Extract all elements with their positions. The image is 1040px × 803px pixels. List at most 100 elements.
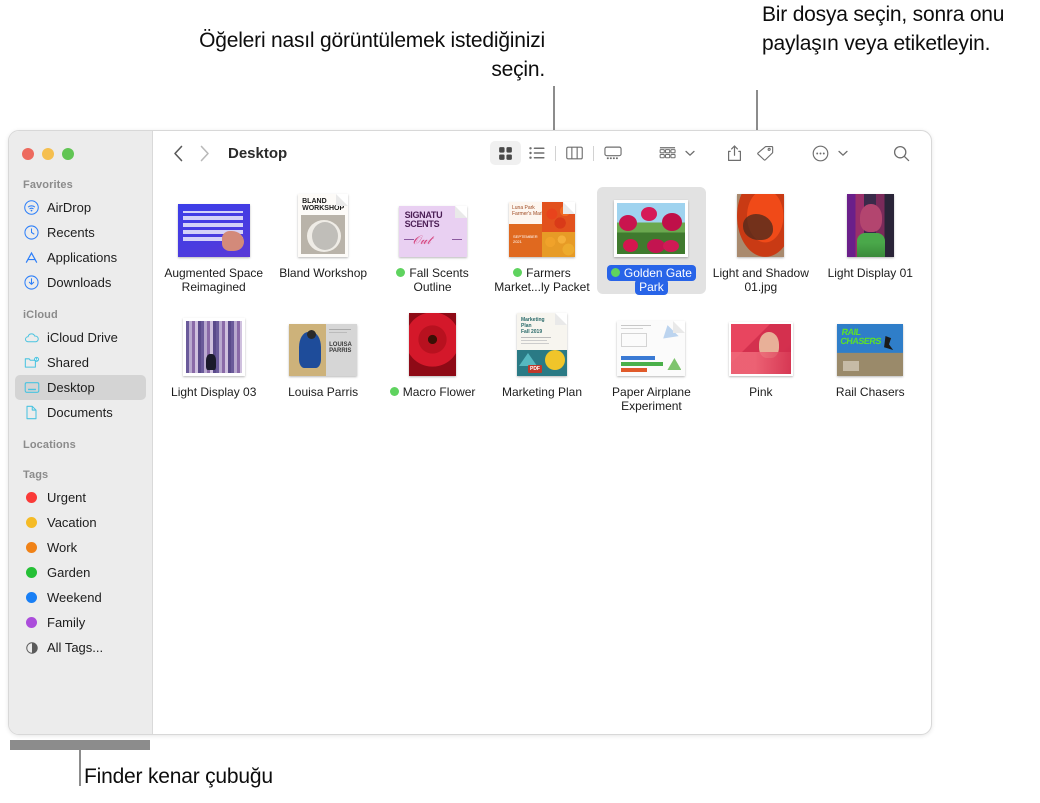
sidebar-item-shared[interactable]: Shared [15, 350, 146, 375]
finder-sidebar: Favorites AirDrop Recents Applications D… [9, 131, 153, 734]
tag-button[interactable] [750, 141, 781, 165]
sidebar-item-label: Family [47, 615, 86, 630]
file-item[interactable]: SIGNATU SCENTS 𝒪𝓊𝓉 Fall Scents Outline [378, 187, 487, 294]
file-thumbnail: BLAND WORKSHOP [298, 193, 349, 257]
gallery-view-button[interactable] [597, 141, 628, 165]
tag-dot-icon [23, 514, 40, 531]
callout-share-leader-line [756, 90, 758, 134]
callout-sidebar-leader-line [79, 750, 81, 786]
file-label: Fall Scents Outline [381, 266, 485, 294]
file-thumbnail [409, 312, 457, 376]
file-item[interactable]: Pink [706, 306, 815, 413]
desktop-icon [23, 379, 40, 396]
sidebar-item-label: All Tags... [47, 640, 104, 655]
file-label: Golden Gate Park [599, 265, 703, 295]
more-button[interactable] [805, 141, 836, 165]
tag-dot-icon [23, 589, 40, 606]
view-mode-group [490, 141, 628, 165]
icon-view-button[interactable] [490, 141, 521, 165]
callout-sidebar: Finder kenar çubuğu [84, 765, 273, 788]
sidebar-item-recents[interactable]: Recents [15, 220, 146, 245]
file-thumbnail: SIGNATU SCENTS 𝒪𝓊𝓉 [398, 193, 467, 257]
callout-sidebar-bracket [10, 740, 150, 750]
sidebar-item-label: iCloud Drive [47, 330, 118, 345]
file-label: Bland Workshop [279, 266, 368, 280]
file-thumbnail [617, 312, 686, 376]
sidebar-item-label: Weekend [47, 590, 102, 605]
sidebar-item-label: Garden [47, 565, 91, 580]
zoom-button[interactable] [62, 148, 74, 160]
minimize-button[interactable] [42, 148, 54, 160]
file-thumbnail [728, 312, 793, 376]
file-thumbnail: Luna Park Farmer's Market SEPTEMBER 2021 [508, 193, 575, 257]
sidebar-section-tags: Tags [23, 469, 49, 481]
applications-icon [23, 249, 40, 266]
forward-button[interactable] [191, 140, 217, 166]
file-thumbnail: RAIL CHASERS [837, 312, 904, 376]
sidebar-item-label: Vacation [47, 515, 97, 530]
sidebar-item-label: AirDrop [47, 200, 92, 215]
file-item[interactable]: LOUISA PARRIS Louisa Parris [268, 306, 377, 413]
tag-dot-icon [513, 268, 523, 278]
sidebar-item-label: Recents [47, 225, 95, 240]
sidebar-item-tag-family[interactable]: Family [15, 610, 146, 635]
sidebar-item-documents[interactable]: Documents [15, 400, 146, 425]
sidebar-item-downloads[interactable]: Downloads [15, 270, 146, 295]
sidebar-item-tag-vacation[interactable]: Vacation [15, 510, 146, 535]
file-label: Farmers Market...ly Packet [494, 266, 590, 294]
group-by-button[interactable] [652, 141, 683, 165]
file-item[interactable]: Paper Airplane Experiment [597, 306, 706, 413]
file-label: Rail Chasers [835, 385, 905, 399]
file-label: Augmented Space Reimagined [164, 266, 264, 294]
download-icon [23, 274, 40, 291]
file-item[interactable]: Light Display 01 [816, 187, 925, 294]
finder-window: Favorites AirDrop Recents Applications D… [8, 130, 932, 735]
file-item[interactable]: Macro Flower [378, 306, 487, 413]
cloud-icon [23, 329, 40, 346]
file-item[interactable]: Marketing Plan Fall 2019 PDF Marketing Pla… [487, 306, 596, 413]
file-item[interactable]: RAIL CHASERS Rail Chasers [816, 306, 925, 413]
tag-dot-icon [23, 614, 40, 631]
document-icon [23, 404, 40, 421]
sidebar-item-all-tags[interactable]: All Tags... [15, 635, 146, 660]
file-item[interactable]: Luna Park Farmer's Market SEPTEMBER 2021 F… [487, 187, 596, 294]
sidebar-item-airdrop[interactable]: AirDrop [15, 195, 146, 220]
sidebar-item-label: Documents [47, 405, 113, 420]
airdrop-icon [23, 199, 40, 216]
file-item[interactable]: Light Display 03 [159, 306, 268, 413]
sidebar-item-tag-garden[interactable]: Garden [15, 560, 146, 585]
file-grid-area[interactable]: Augmented Space Reimagined BLAND WORKSHOP… [153, 175, 931, 734]
file-item[interactable]: Augmented Space Reimagined [159, 187, 268, 294]
file-label: Paper Airplane Experiment [612, 385, 691, 413]
tag-dot-icon [610, 268, 620, 278]
list-view-button[interactable] [521, 141, 552, 165]
all-tags-icon [23, 639, 40, 656]
file-label: Macro Flower [389, 385, 475, 399]
sidebar-item-tag-urgent[interactable]: Urgent [15, 485, 146, 510]
sidebar-section-locations: Locations [23, 439, 76, 451]
file-label: Light and Shadow 01.jpg [712, 266, 809, 294]
column-view-button[interactable] [559, 141, 590, 165]
sidebar-item-tag-work[interactable]: Work [15, 535, 146, 560]
file-item[interactable]: Light and Shadow 01.jpg [706, 187, 815, 294]
file-item[interactable]: BLAND WORKSHOP Bland Workshop [268, 187, 377, 294]
chevron-down-icon[interactable] [685, 144, 695, 162]
sidebar-item-tag-weekend[interactable]: Weekend [15, 585, 146, 610]
close-button[interactable] [22, 148, 34, 160]
file-item-selected[interactable]: Golden Gate Park [596, 187, 707, 295]
file-thumbnail: LOUISA PARRIS [289, 312, 358, 376]
tag-dot-icon [23, 539, 40, 556]
chevron-down-icon[interactable] [838, 144, 848, 162]
share-button[interactable] [719, 141, 750, 165]
search-button[interactable] [886, 141, 917, 165]
finder-toolbar: Desktop [153, 131, 931, 175]
sidebar-item-icloud-drive[interactable]: iCloud Drive [15, 325, 146, 350]
file-thumbnail [846, 193, 894, 257]
sidebar-item-desktop[interactable]: Desktop [15, 375, 146, 400]
file-thumbnail [177, 193, 250, 257]
tag-dot-icon [389, 387, 399, 397]
sidebar-item-applications[interactable]: Applications [15, 245, 146, 270]
file-label: Marketing Plan [501, 385, 583, 399]
toolbar-divider [555, 145, 556, 161]
back-button[interactable] [165, 140, 191, 166]
